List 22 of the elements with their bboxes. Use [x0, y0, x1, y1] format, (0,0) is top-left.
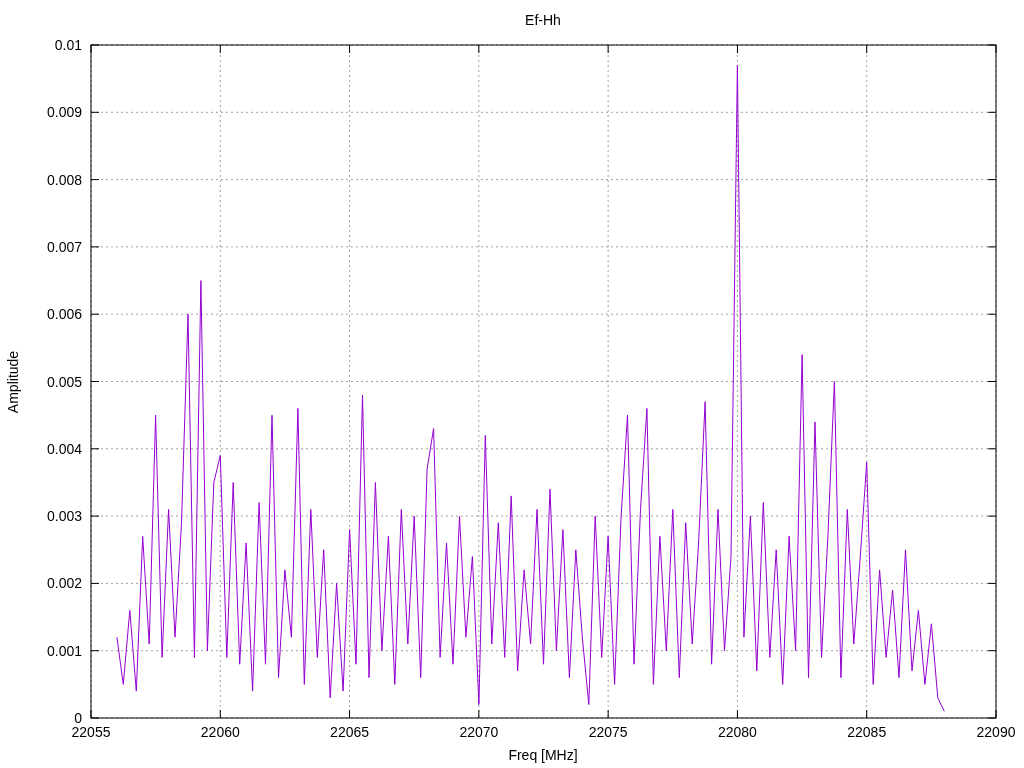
tick-label: 0.007 — [46, 238, 82, 255]
tick-label: 0.001 — [46, 642, 82, 659]
tick-label: 0.005 — [46, 373, 82, 390]
tick-label: 0.003 — [46, 508, 82, 525]
tick-label: 0.008 — [46, 171, 82, 188]
tick-label: 0 — [74, 710, 82, 726]
axis-label: Amplitude — [5, 350, 21, 414]
tick-label: 22065 — [330, 724, 370, 740]
tick-label: 0.006 — [46, 306, 82, 323]
tick-label: 0.002 — [46, 575, 82, 592]
tick-label: 0.004 — [46, 440, 82, 457]
tick-label: 22060 — [200, 724, 240, 740]
tick-label: 22070 — [459, 724, 499, 740]
tick-label: 22085 — [847, 724, 887, 740]
tick-label: 22080 — [717, 724, 757, 740]
axis-label: Freq [MHz] — [508, 747, 578, 763]
tick-label: 22055 — [71, 724, 111, 740]
tick-label: 0.01 — [54, 37, 82, 53]
tick-label: 22075 — [588, 724, 628, 740]
chart-title: Ef-Hh — [525, 12, 561, 28]
tick-label: 22090 — [976, 724, 1016, 740]
tick-label: 0.009 — [46, 104, 82, 121]
